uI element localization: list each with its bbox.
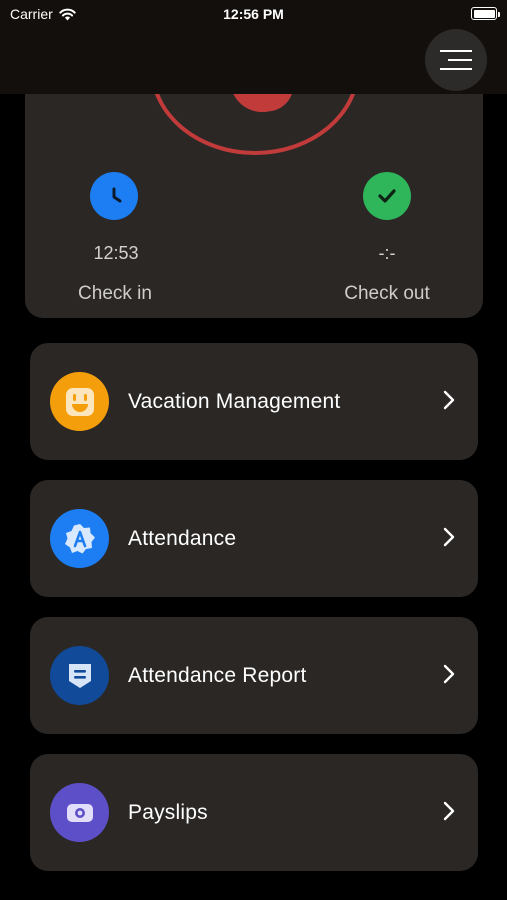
check-in-time: 12:53 <box>93 243 139 263</box>
chevron-right-icon <box>443 527 455 547</box>
report-shield-icon <box>68 663 91 688</box>
clock-icon <box>112 187 122 203</box>
menu-item-label: Payslips <box>128 801 208 824</box>
smiley-face-icon <box>65 387 94 416</box>
check-out-icon <box>363 172 411 220</box>
checkmark-icon <box>378 189 396 203</box>
chevron-right-icon <box>443 664 455 684</box>
money-bill-icon <box>66 803 93 822</box>
check-in-icon <box>90 172 138 220</box>
chevron-right-icon <box>443 390 455 410</box>
hamburger-menu-icon <box>440 50 472 70</box>
battery-icon <box>471 7 500 20</box>
menu-item-vacation-management[interactable]: Vacation Management <box>30 343 478 460</box>
menu-item-label: Attendance <box>128 527 237 550</box>
payslips-icon-circle <box>50 783 109 842</box>
vacation-icon-circle <box>50 372 109 431</box>
status-bar: Carrier 12:56 PM <box>0 0 507 28</box>
attendance-icon-circle <box>50 509 109 568</box>
check-out-time: -:- <box>378 243 396 263</box>
menu-item-attendance[interactable]: Attendance <box>30 480 478 597</box>
menu-item-label: Attendance Report <box>128 664 307 687</box>
menu-item-label: Vacation Management <box>128 390 341 413</box>
app-header <box>0 28 507 94</box>
chevron-right-icon <box>443 801 455 821</box>
attendance-report-icon-circle <box>50 646 109 705</box>
menu-button[interactable] <box>425 29 487 91</box>
badge-a-icon <box>64 523 95 553</box>
status-time: 12:56 PM <box>223 6 284 22</box>
menu-item-attendance-report[interactable]: Attendance Report <box>30 617 478 734</box>
check-in-label: Check in <box>78 283 152 304</box>
check-out-label: Check out <box>344 283 430 304</box>
menu-item-payslips[interactable]: Payslips <box>30 754 478 871</box>
